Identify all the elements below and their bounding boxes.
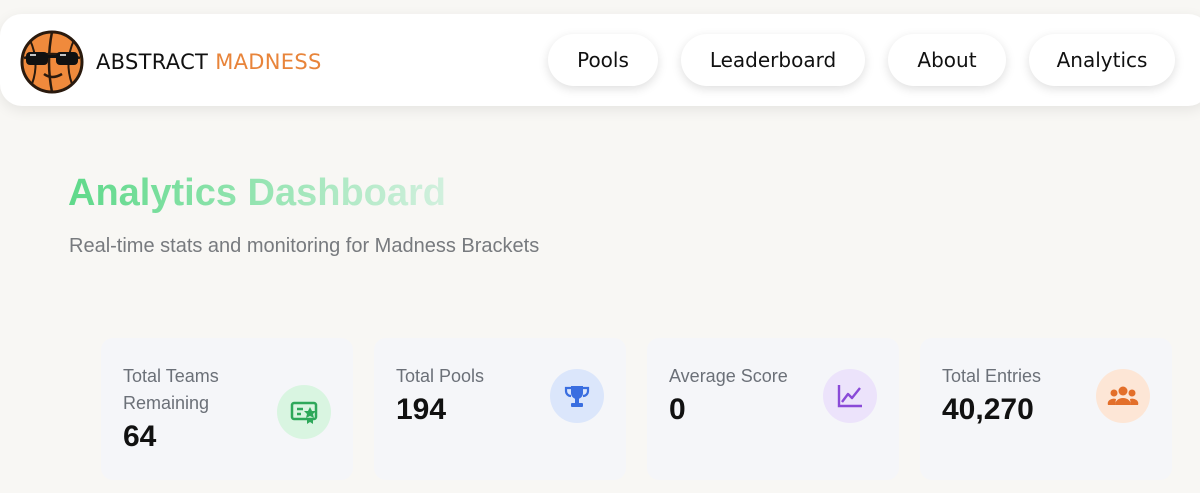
brand-name: ABSTRACT MADNESS — [96, 50, 322, 74]
line-chart-icon — [823, 369, 877, 423]
page-subtitle: Real-time stats and monitoring for Madne… — [69, 235, 540, 257]
brand-name-primary: ABSTRACT — [96, 50, 209, 74]
stat-card-average-score: Average Score 0 — [647, 338, 899, 480]
stat-value: 194 — [396, 393, 447, 426]
stat-card-teams-remaining: Total Teams Remaining 64 — [101, 338, 353, 480]
brand-name-accent: MADNESS — [215, 50, 322, 74]
top-navbar: ABSTRACT MADNESS Pools Leaderboard About… — [0, 14, 1200, 106]
stat-label: Total Pools — [396, 366, 485, 386]
stat-label: Average Score — [669, 366, 788, 386]
main-nav: Pools Leaderboard About Analytics — [548, 34, 1198, 86]
trophy-icon — [550, 369, 604, 423]
users-icon — [1096, 369, 1150, 423]
brand[interactable]: ABSTRACT MADNESS — [18, 28, 322, 96]
stat-value: 64 — [123, 420, 157, 453]
stat-value: 40,270 — [942, 393, 1034, 426]
nav-analytics-button[interactable]: Analytics — [1029, 34, 1175, 86]
nav-pools-button[interactable]: Pools — [548, 34, 658, 86]
basketball-sunglasses-logo — [20, 30, 84, 94]
stat-label: Total Entries — [942, 366, 1042, 386]
stat-card-total-entries: Total Entries 40,270 — [920, 338, 1172, 480]
stat-label: Total Teams Remaining — [123, 366, 219, 413]
stat-card-total-pools: Total Pools 194 — [374, 338, 626, 480]
stat-value: 0 — [669, 393, 686, 426]
nav-about-button[interactable]: About — [888, 34, 1006, 86]
nav-leaderboard-button[interactable]: Leaderboard — [681, 34, 865, 86]
page-title: Analytics Dashboard — [68, 172, 446, 214]
ticket-icon — [277, 385, 331, 439]
